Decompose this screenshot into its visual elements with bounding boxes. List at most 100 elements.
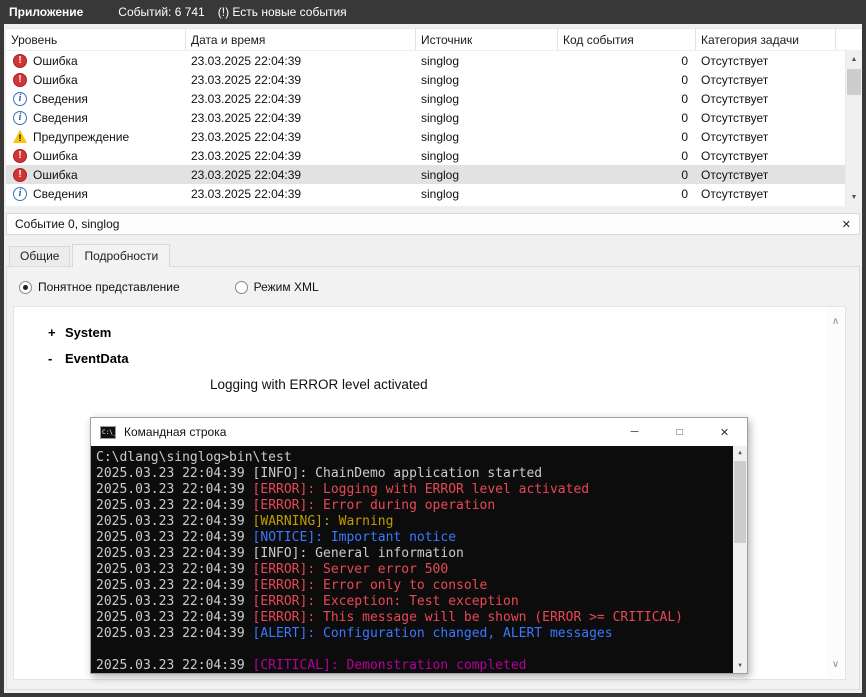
radio-selected-icon bbox=[19, 281, 32, 294]
details-tab-panel: Понятное представление Режим XML + Syste… bbox=[6, 266, 860, 690]
details-header: Событие 0, singlog ✕ bbox=[6, 213, 860, 235]
scroll-up-chevron[interactable]: ∧ bbox=[827, 316, 844, 327]
tab-details[interactable]: Подробности bbox=[72, 244, 170, 267]
cmd-icon: C:\_ bbox=[100, 426, 116, 439]
console-text: [ERROR]: Server error 500 bbox=[253, 562, 449, 577]
scroll-down-chevron[interactable]: ∨ bbox=[827, 659, 844, 670]
datetime-cell: 23.03.2025 22:04:39 bbox=[186, 130, 416, 144]
console-time: 2025.03.23 22:04:39 bbox=[96, 658, 253, 673]
event-code-cell: 0 bbox=[558, 149, 696, 163]
console-time: 2025.03.23 22:04:39 bbox=[96, 562, 253, 577]
close-details-button[interactable]: ✕ bbox=[842, 218, 851, 231]
scroll-up-button[interactable]: ▲ bbox=[733, 446, 747, 460]
console-line: 2025.03.23 22:04:39 [ERROR]: Exception: … bbox=[96, 594, 747, 610]
level-cell: Ошибка bbox=[6, 149, 186, 163]
scrollbar-thumb[interactable] bbox=[847, 69, 861, 95]
info-icon bbox=[13, 92, 27, 106]
radio-label: Режим XML bbox=[254, 280, 319, 294]
event-code-cell: 0 bbox=[558, 73, 696, 87]
source-cell: singlog bbox=[416, 92, 558, 106]
scroll-down-button[interactable]: ▼ bbox=[733, 659, 747, 673]
level-cell: Ошибка bbox=[6, 168, 186, 182]
info-icon bbox=[13, 111, 27, 125]
level-label: Сведения bbox=[33, 92, 88, 106]
datetime-cell: 23.03.2025 22:04:39 bbox=[186, 111, 416, 125]
table-row[interactable]: Ошибка 23.03.2025 22:04:39 singlog 0 Отс… bbox=[6, 70, 845, 89]
expand-icon[interactable]: + bbox=[48, 325, 65, 340]
details-tabs: Общие Подробности bbox=[9, 244, 172, 266]
category-cell: Отсутствует bbox=[696, 130, 836, 144]
event-code-cell: 0 bbox=[558, 92, 696, 106]
details-title: Событие 0, singlog bbox=[15, 217, 119, 231]
console-time: 2025.03.23 22:04:39 bbox=[96, 610, 253, 625]
console-text: [WARNING]: Warning bbox=[253, 514, 394, 529]
event-code-cell: 0 bbox=[558, 130, 696, 144]
column-header-level[interactable]: Уровень bbox=[6, 29, 186, 50]
console-time: 2025.03.23 22:04:39 bbox=[96, 498, 253, 513]
console-line bbox=[96, 642, 747, 658]
radio-friendly-view[interactable]: Понятное представление bbox=[19, 280, 180, 294]
terminal-scrollbar[interactable]: ▲ ▼ bbox=[733, 446, 747, 673]
collapse-icon[interactable]: - bbox=[48, 351, 65, 366]
scroll-down-button[interactable]: ▼ bbox=[846, 189, 862, 206]
column-header-code[interactable]: Код события bbox=[558, 29, 696, 50]
eventdata-value: Logging with ERROR level activated bbox=[210, 377, 845, 392]
table-row[interactable]: Предупреждение 23.03.2025 22:04:39 singl… bbox=[6, 127, 845, 146]
terminal-console[interactable]: C:\dlang\singlog>bin\test 2025.03.23 22:… bbox=[91, 446, 747, 673]
terminal-maximize-button[interactable]: □ bbox=[657, 418, 702, 446]
tree-node-system[interactable]: + System bbox=[14, 319, 845, 345]
console-line: 2025.03.23 22:04:39 [CRITICAL]: Demonstr… bbox=[96, 658, 747, 673]
table-row[interactable]: Ошибка 23.03.2025 22:04:39 singlog 0 Отс… bbox=[6, 51, 845, 70]
datetime-cell: 23.03.2025 22:04:39 bbox=[186, 73, 416, 87]
terminal-titlebar[interactable]: C:\_ Командная строка ─ □ ✕ bbox=[91, 418, 747, 446]
tree-node-eventdata[interactable]: - EventData bbox=[14, 345, 845, 371]
console-line: 2025.03.23 22:04:39 [INFO]: ChainDemo ap… bbox=[96, 466, 747, 482]
table-body: Ошибка 23.03.2025 22:04:39 singlog 0 Отс… bbox=[6, 51, 845, 206]
warning-icon bbox=[13, 130, 27, 144]
friendly-view-scrollbar[interactable]: ∧ ∨ bbox=[827, 308, 844, 678]
console-time: 2025.03.23 22:04:39 bbox=[96, 514, 253, 529]
console-time: 2025.03.23 22:04:39 bbox=[96, 482, 253, 497]
table-row-selected[interactable]: Ошибка 23.03.2025 22:04:39 singlog 0 Отс… bbox=[6, 165, 845, 184]
window-titlebar: Приложение Событий: 6 741 (!) Есть новые… bbox=[0, 0, 866, 24]
table-scrollbar[interactable]: ▲ ▼ bbox=[845, 51, 862, 206]
terminal-close-button[interactable]: ✕ bbox=[702, 418, 747, 446]
friendly-view-panel: + System - EventData Logging with ERROR … bbox=[13, 306, 846, 680]
new-events-notice: (!) Есть новые события bbox=[218, 5, 347, 19]
column-header-source[interactable]: Источник bbox=[416, 29, 558, 50]
main-content: Уровень Дата и время Источник Код событи… bbox=[4, 24, 862, 693]
terminal-minimize-button[interactable]: ─ bbox=[612, 418, 657, 446]
category-cell: Отсутствует bbox=[696, 92, 836, 106]
table-row[interactable]: Ошибка 23.03.2025 22:04:39 singlog 0 Отс… bbox=[6, 146, 845, 165]
scrollbar-thumb[interactable] bbox=[734, 461, 746, 543]
console-text: [ERROR]: Error during operation bbox=[253, 498, 496, 513]
console-text: [ERROR]: Exception: Test exception bbox=[253, 594, 519, 609]
level-cell: Сведения bbox=[6, 111, 186, 125]
error-icon bbox=[13, 149, 27, 163]
application-window: Приложение Событий: 6 741 (!) Есть новые… bbox=[0, 0, 866, 697]
column-header-datetime[interactable]: Дата и время bbox=[186, 29, 416, 50]
level-cell: Ошибка bbox=[6, 54, 186, 68]
radio-xml-view[interactable]: Режим XML bbox=[235, 280, 319, 294]
console-line: 2025.03.23 22:04:39 [WARNING]: Warning bbox=[96, 514, 747, 530]
level-label: Ошибка bbox=[33, 168, 78, 182]
console-line: 2025.03.23 22:04:39 [ERROR]: This messag… bbox=[96, 610, 747, 626]
tab-general[interactable]: Общие bbox=[9, 246, 70, 266]
console-line: C:\dlang\singlog>bin\test bbox=[96, 450, 747, 466]
source-cell: singlog bbox=[416, 54, 558, 68]
console-time: 2025.03.23 22:04:39 bbox=[96, 594, 253, 609]
category-cell: Отсутствует bbox=[696, 149, 836, 163]
console-text: [INFO]: ChainDemo application started bbox=[253, 466, 543, 481]
radio-unselected-icon bbox=[235, 281, 248, 294]
console-text: [ERROR]: This message will be shown (ERR… bbox=[253, 610, 683, 625]
table-row[interactable]: Сведения 23.03.2025 22:04:39 singlog 0 О… bbox=[6, 184, 845, 203]
table-row[interactable]: Сведения 23.03.2025 22:04:39 singlog 0 О… bbox=[6, 89, 845, 108]
column-header-category[interactable]: Категория задачи bbox=[696, 29, 836, 50]
level-label: Ошибка bbox=[33, 149, 78, 163]
datetime-cell: 23.03.2025 22:04:39 bbox=[186, 149, 416, 163]
column-header-filler bbox=[836, 29, 862, 50]
console-text: [ALERT]: Configuration changed, ALERT me… bbox=[253, 626, 613, 641]
table-row[interactable]: Сведения 23.03.2025 22:04:39 singlog 0 О… bbox=[6, 108, 845, 127]
datetime-cell: 23.03.2025 22:04:39 bbox=[186, 54, 416, 68]
scroll-up-button[interactable]: ▲ bbox=[846, 51, 862, 68]
